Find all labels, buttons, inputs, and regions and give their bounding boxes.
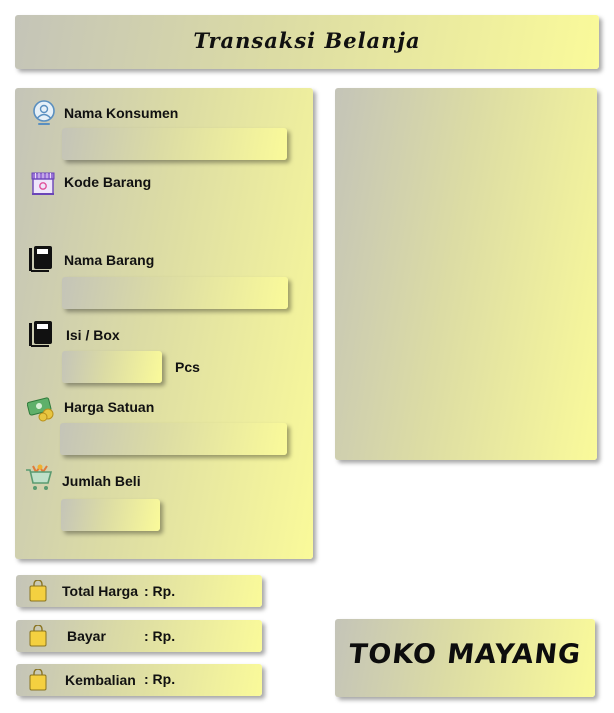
pcs-label: Pcs: [175, 359, 200, 375]
total-harga-bar: Total Harga : Rp.: [16, 575, 262, 607]
harga-satuan-label: Harga Satuan: [64, 399, 155, 415]
form-panel: Nama Konsumen Kode Barang Nama Barang Is…: [15, 88, 313, 559]
kode-barang-label: Kode Barang: [64, 174, 152, 190]
bayar-value: : Rp.: [144, 628, 176, 644]
nama-konsumen-label: Nama Konsumen: [64, 105, 179, 121]
harga-satuan-input[interactable]: [60, 423, 287, 455]
money-icon: [27, 397, 54, 422]
brand-panel: TOKO MAYANG: [335, 619, 595, 697]
isi-box-input[interactable]: [62, 351, 162, 383]
isi-box-label: Isi / Box: [66, 327, 120, 343]
jumlah-beli-input[interactable]: [61, 499, 160, 531]
page-title: Transaksi Belanja: [193, 28, 421, 53]
brand-name: TOKO MAYANG: [347, 639, 583, 670]
nama-barang-label: Nama Barang: [64, 252, 155, 268]
jumlah-beli-label: Jumlah Beli: [62, 473, 141, 489]
preview-panel: [335, 88, 597, 460]
title-bar: Transaksi Belanja: [15, 15, 599, 69]
shopping-bag-icon: [29, 625, 47, 647]
nama-konsumen-input[interactable]: [62, 128, 287, 160]
bayar-label: Bayar: [67, 628, 106, 644]
bayar-bar: Bayar : Rp.: [16, 620, 262, 652]
total-harga-label: Total Harga: [62, 583, 138, 599]
book-icon: [29, 321, 52, 347]
cart-icon: [26, 464, 53, 490]
shopping-bag-icon: [29, 580, 47, 602]
book-icon: [29, 246, 52, 272]
shopping-bag-icon: [29, 669, 47, 691]
kembalian-value: : Rp.: [144, 671, 176, 687]
nama-barang-input[interactable]: [62, 277, 288, 309]
kembalian-label: Kembalian: [65, 672, 136, 688]
store-icon: [31, 172, 55, 195]
customer-icon: [33, 100, 55, 125]
kembalian-bar: Kembalian : Rp.: [16, 664, 262, 696]
total-harga-value: : Rp.: [144, 583, 176, 599]
